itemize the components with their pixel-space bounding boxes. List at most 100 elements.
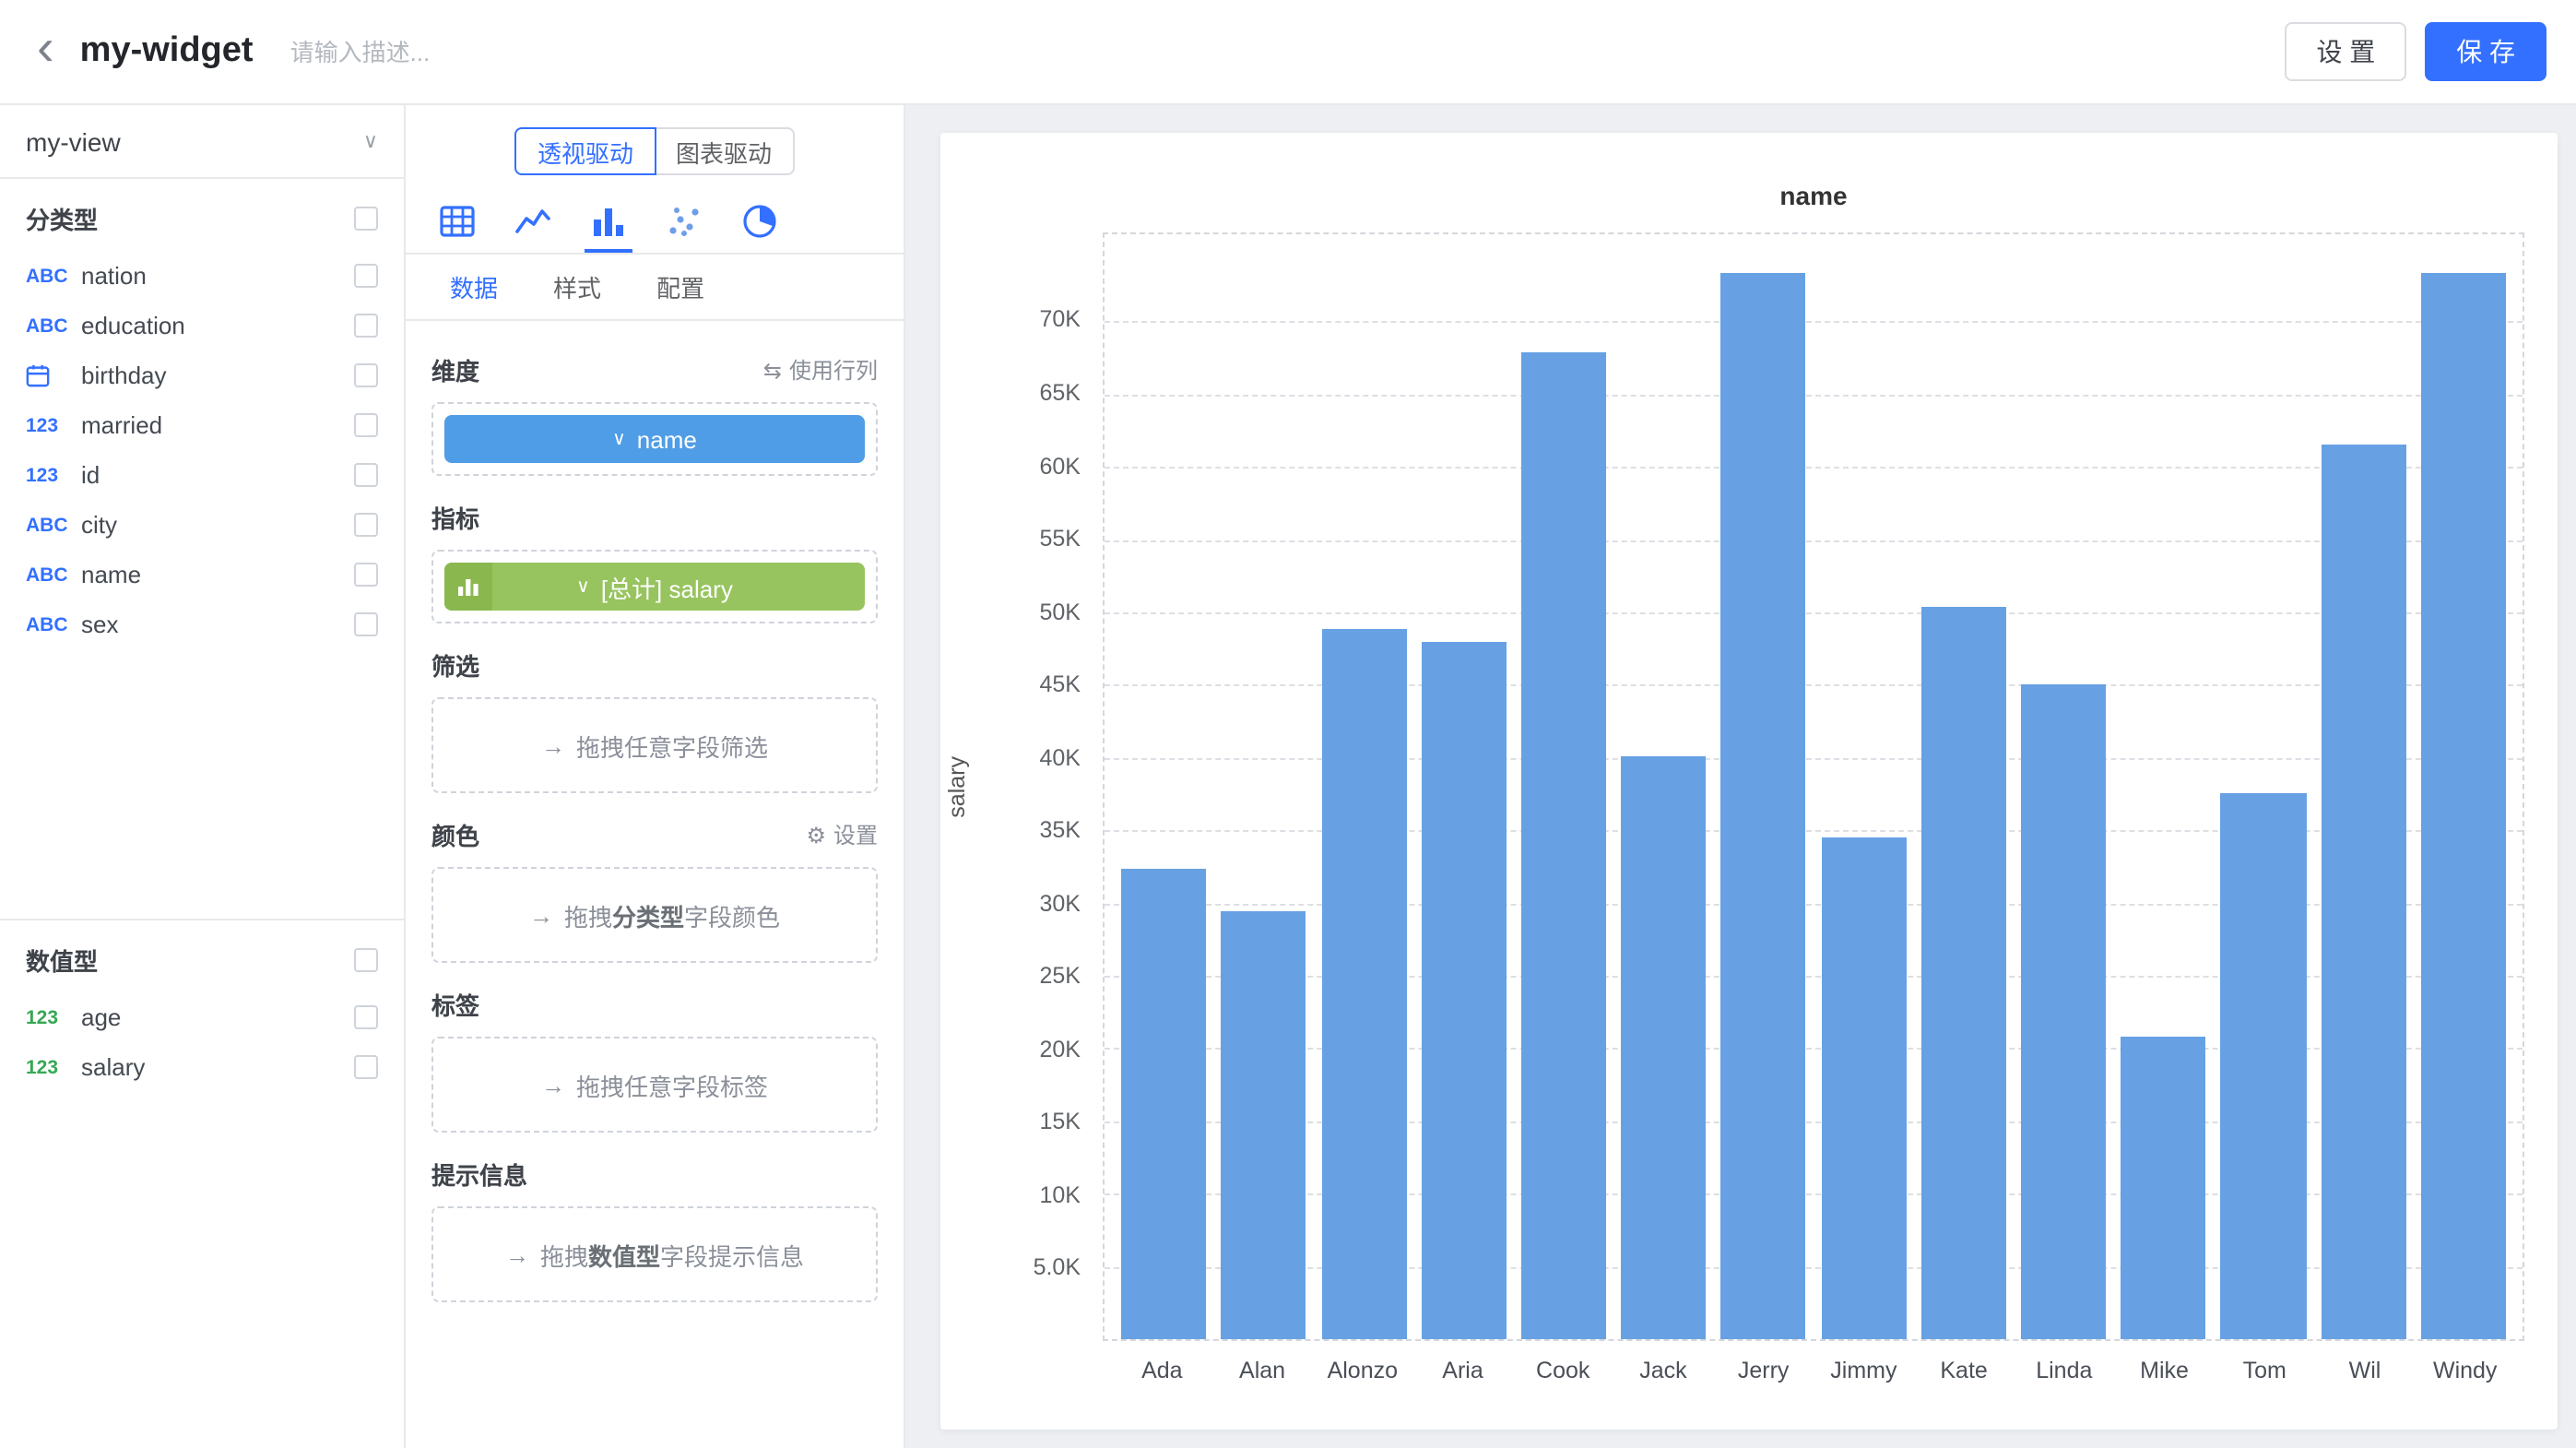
chart-card: name salary 5.0K10K15K20K25K30K35K40K45K… bbox=[940, 133, 2558, 1430]
chevron-down-icon: ∨ bbox=[576, 576, 590, 597]
description-input[interactable] bbox=[287, 36, 2286, 67]
bar-Windy[interactable] bbox=[2421, 272, 2506, 1339]
bar-Cook[interactable] bbox=[1521, 352, 1606, 1339]
header: ‹ my-widget 设 置 保 存 bbox=[0, 0, 2576, 105]
field-label: education bbox=[81, 312, 354, 339]
field-checkbox-salary[interactable] bbox=[354, 1055, 378, 1079]
pie-chart-icon[interactable] bbox=[736, 194, 784, 253]
bar-Jerry[interactable] bbox=[1721, 274, 1806, 1339]
save-button[interactable]: 保 存 bbox=[2425, 22, 2546, 81]
field-item-nation[interactable]: ABCnation bbox=[0, 251, 404, 301]
text-type-icon: ABC bbox=[26, 613, 81, 635]
field-item-id[interactable]: 123id bbox=[0, 450, 404, 500]
bar-slot bbox=[1714, 234, 1814, 1339]
field-checkbox-nation[interactable] bbox=[354, 264, 378, 288]
plot-area bbox=[1103, 232, 2524, 1341]
tooltip-dropzone[interactable]: → 拖拽 数值型 字段提示信息 bbox=[431, 1206, 878, 1302]
field-item-sex[interactable]: ABCsex bbox=[0, 599, 404, 649]
y-axis-tick-label: 60K bbox=[963, 453, 1081, 479]
chart-drive-button[interactable]: 图表驱动 bbox=[654, 127, 794, 175]
bar-Jack[interactable] bbox=[1621, 756, 1706, 1339]
metric-label: 指标 bbox=[431, 500, 479, 535]
field-item-age[interactable]: 123age bbox=[0, 992, 404, 1042]
use-rows-cols-action[interactable]: ⇆ 使用行列 bbox=[763, 354, 878, 386]
bar-slot bbox=[1514, 234, 1613, 1339]
bar-slot bbox=[2414, 234, 2513, 1339]
bar-Ada[interactable] bbox=[1121, 868, 1206, 1339]
bar-Jimmy[interactable] bbox=[1821, 837, 1906, 1339]
x-axis-label-Tom: Tom bbox=[2215, 1358, 2315, 1383]
field-label: age bbox=[81, 1003, 354, 1031]
label-dropzone[interactable]: → 拖拽任意字段标签 bbox=[431, 1037, 878, 1133]
field-item-city[interactable]: ABCcity bbox=[0, 500, 404, 550]
color-section-header: 颜色 ⚙ 设置 bbox=[431, 817, 878, 852]
y-axis-tick-label: 20K bbox=[963, 1037, 1081, 1062]
bar-Alonzo[interactable] bbox=[1321, 630, 1406, 1339]
field-checkbox-id[interactable] bbox=[354, 463, 378, 487]
y-axis-tick-label: 50K bbox=[963, 599, 1081, 624]
table-chart-icon[interactable] bbox=[433, 194, 481, 253]
bar-Mike[interactable] bbox=[2121, 1037, 2206, 1339]
field-label: birthday bbox=[81, 362, 354, 389]
numeric-select-all-checkbox[interactable] bbox=[354, 948, 378, 972]
bar-Wil[interactable] bbox=[2321, 444, 2405, 1339]
color-settings-action[interactable]: ⚙ 设置 bbox=[806, 819, 878, 850]
x-axis-label-Ada: Ada bbox=[1112, 1358, 1212, 1383]
categorical-select-all-checkbox[interactable] bbox=[354, 207, 378, 231]
settings-button[interactable]: 设 置 bbox=[2285, 22, 2406, 81]
x-axis-label-Kate: Kate bbox=[1914, 1358, 2015, 1383]
back-button[interactable]: ‹ bbox=[37, 22, 54, 74]
view-selector[interactable]: my-view ∨ bbox=[0, 105, 404, 179]
number-type-icon: 123 bbox=[26, 464, 81, 486]
dimension-dropzone[interactable]: ∨ name bbox=[431, 402, 878, 476]
tab-style[interactable]: 样式 bbox=[553, 269, 601, 304]
field-item-salary[interactable]: 123salary bbox=[0, 1042, 404, 1092]
field-item-education[interactable]: ABCeducation bbox=[0, 301, 404, 350]
field-checkbox-married[interactable] bbox=[354, 413, 378, 437]
bar-slot bbox=[2313, 234, 2413, 1339]
y-axis-tick-label: 35K bbox=[963, 817, 1081, 843]
field-item-name[interactable]: ABCname bbox=[0, 550, 404, 599]
y-axis-tick-label: 40K bbox=[963, 744, 1081, 770]
dimension-pill-name[interactable]: ∨ name bbox=[444, 415, 865, 463]
field-item-birthday[interactable]: birthday bbox=[0, 350, 404, 400]
metric-pill-salary[interactable]: ∨ [总计] salary bbox=[444, 563, 865, 611]
numeric-section: 数值型 123age123salary bbox=[0, 919, 404, 1092]
field-label: sex bbox=[81, 611, 354, 638]
field-label: name bbox=[81, 561, 354, 588]
field-label: married bbox=[81, 411, 354, 439]
use-rows-cols-label: 使用行列 bbox=[789, 354, 878, 386]
field-checkbox-age[interactable] bbox=[354, 1005, 378, 1029]
text-type-icon: ABC bbox=[26, 315, 81, 337]
field-checkbox-name[interactable] bbox=[354, 563, 378, 587]
y-axis-tick-label: 55K bbox=[963, 526, 1081, 552]
bar-chart-icon[interactable] bbox=[585, 194, 632, 253]
bar-Linda[interactable] bbox=[2021, 685, 2106, 1339]
field-checkbox-birthday[interactable] bbox=[354, 363, 378, 387]
tooltip-hint: 拖拽 bbox=[540, 1237, 588, 1272]
color-dropzone[interactable]: → 拖拽 分类型 字段颜色 bbox=[431, 867, 878, 963]
field-checkbox-city[interactable] bbox=[354, 513, 378, 537]
metric-dropzone[interactable]: ∨ [总计] salary bbox=[431, 550, 878, 623]
y-axis-tick-label: 25K bbox=[963, 964, 1081, 990]
pivot-drive-button[interactable]: 透视驱动 bbox=[515, 127, 656, 175]
scatter-chart-icon[interactable] bbox=[660, 194, 708, 253]
color-hint: 拖拽 bbox=[564, 897, 612, 932]
filter-dropzone[interactable]: → 拖拽任意字段筛选 bbox=[431, 697, 878, 793]
filter-section-header: 筛选 bbox=[431, 647, 878, 682]
x-axis-label-Alonzo: Alonzo bbox=[1312, 1358, 1412, 1383]
bar-Kate[interactable] bbox=[1921, 607, 2006, 1339]
bar-Tom[interactable] bbox=[2221, 792, 2306, 1339]
plot-area-wrapper: salary 5.0K10K15K20K25K30K35K40K45K50K55… bbox=[1103, 232, 2524, 1341]
line-chart-icon[interactable] bbox=[509, 194, 557, 253]
field-checkbox-sex[interactable] bbox=[354, 612, 378, 636]
field-checkbox-education[interactable] bbox=[354, 314, 378, 338]
tab-config[interactable]: 配置 bbox=[656, 269, 704, 304]
chart-canvas-region: name salary 5.0K10K15K20K25K30K35K40K45K… bbox=[905, 105, 2576, 1448]
tab-data[interactable]: 数据 bbox=[450, 269, 498, 304]
bar-Alan[interactable] bbox=[1222, 912, 1306, 1339]
bar-chart-mini-icon bbox=[444, 563, 492, 611]
bar-Aria[interactable] bbox=[1421, 643, 1506, 1339]
x-axis-label-Jimmy: Jimmy bbox=[1814, 1358, 1914, 1383]
field-item-married[interactable]: 123married bbox=[0, 400, 404, 450]
